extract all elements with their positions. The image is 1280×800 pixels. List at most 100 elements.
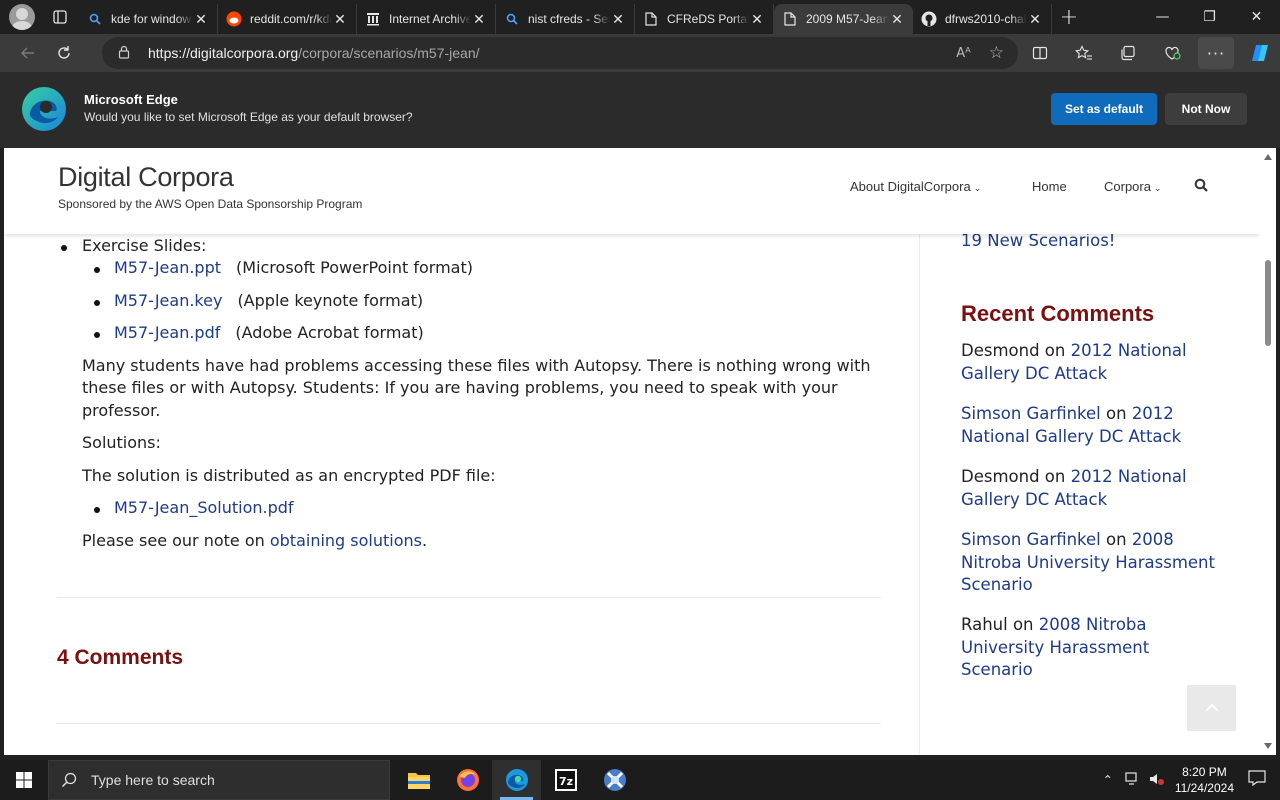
solution-pdf-link[interactable]: M57-Jean_Solution.pdf bbox=[114, 498, 294, 517]
close-window-button[interactable]: ✕ bbox=[1233, 0, 1280, 34]
close-tab-icon[interactable]: ✕ bbox=[889, 11, 905, 28]
obtaining-solutions-link[interactable]: obtaining solutions bbox=[270, 531, 422, 550]
restore-button[interactable]: ❐ bbox=[1186, 0, 1233, 34]
divider bbox=[57, 723, 881, 724]
7zip-icon: 7z bbox=[554, 769, 577, 791]
divider bbox=[57, 597, 881, 598]
tab-actions-button[interactable] bbox=[47, 4, 73, 30]
browser-essentials-icon[interactable] bbox=[1154, 37, 1190, 69]
sidebar: 19 New Scenarios! Recent Comments Desmon… bbox=[919, 231, 1260, 755]
taskbar-7zip[interactable]: 7z bbox=[541, 760, 590, 800]
close-tab-icon[interactable]: ✕ bbox=[193, 11, 209, 28]
favorites-icon[interactable] bbox=[1066, 37, 1102, 69]
read-aloud-icon[interactable]: Aᴬ bbox=[956, 46, 971, 61]
tab-reddit[interactable]: reddit.com/r/kde ✕ bbox=[218, 4, 357, 34]
copilot-icon[interactable] bbox=[1242, 37, 1278, 69]
taskbar-search-box[interactable]: Type here to search bbox=[48, 760, 390, 800]
minimize-button[interactable]: — bbox=[1139, 0, 1186, 34]
tab-nist-search[interactable]: nist cfreds - Search ✕ bbox=[496, 4, 635, 34]
tab-cfreds-portal[interactable]: CFReDS Portal ✕ bbox=[635, 4, 774, 34]
page-scrollbar[interactable] bbox=[1260, 148, 1276, 755]
nav-home[interactable]: Home bbox=[1032, 179, 1067, 194]
start-button[interactable] bbox=[0, 760, 48, 800]
autopsy-paragraph-line-2: these files or with Autopsy. Students: I… bbox=[82, 378, 838, 397]
slide-desc: (Apple keynote format) bbox=[237, 291, 424, 310]
site-search-button[interactable] bbox=[1194, 178, 1208, 195]
github-icon bbox=[921, 11, 937, 27]
scroll-up-arrow-icon[interactable] bbox=[1264, 154, 1272, 160]
profile-avatar[interactable] bbox=[9, 4, 35, 30]
scroll-down-arrow-icon[interactable] bbox=[1264, 743, 1272, 749]
collections-icon[interactable] bbox=[1110, 37, 1146, 69]
nav-home-label: Home bbox=[1032, 179, 1067, 194]
refresh-button[interactable] bbox=[46, 37, 82, 69]
lock-icon[interactable] bbox=[118, 44, 134, 63]
comment-on: on bbox=[1039, 467, 1071, 486]
taskbar-search-placeholder: Type here to search bbox=[91, 772, 215, 788]
taskbar-firefox[interactable] bbox=[443, 760, 492, 800]
comments-heading: 4 Comments bbox=[57, 646, 184, 669]
set-as-default-button[interactable]: Set as default bbox=[1051, 93, 1157, 125]
chevron-up-icon[interactable]: ⌃ bbox=[1103, 773, 1113, 787]
slide-item-ppt: M57-Jean.ppt (Microsoft PowerPoint format… bbox=[114, 258, 473, 277]
back-button[interactable] bbox=[10, 37, 46, 69]
post-title-line-1: 2008 Nitroba bbox=[1038, 615, 1147, 634]
slide-link-key[interactable]: M57-Jean.key bbox=[114, 291, 222, 310]
search-icon bbox=[87, 11, 103, 27]
scrollbar-thumb[interactable] bbox=[1265, 260, 1271, 346]
close-tab-icon[interactable]: ✕ bbox=[610, 11, 626, 28]
autopsy-paragraph-line-1: Many students have had problems accessin… bbox=[82, 356, 871, 375]
tab-github-dfrws[interactable]: dfrws2010-challenge ✕ bbox=[913, 4, 1052, 34]
volume-muted-icon[interactable] bbox=[1149, 771, 1165, 790]
comment-on: on bbox=[1039, 341, 1071, 360]
favorite-star-icon[interactable]: ☆ bbox=[989, 43, 1004, 63]
slide-link-ppt[interactable]: M57-Jean.ppt bbox=[114, 258, 221, 277]
recent-comment-item: Rahul on 2008 Nitroba University Harassme… bbox=[961, 614, 1221, 682]
address-bar[interactable]: https://digitalcorpora.org/corpora/scena… bbox=[102, 37, 1018, 69]
taskbar-clock[interactable]: 8:20 PM 11/24/2024 bbox=[1175, 764, 1234, 796]
site-title[interactable]: Digital Corpora bbox=[58, 162, 234, 193]
network-icon[interactable] bbox=[1125, 771, 1141, 790]
taskbar-file-explorer[interactable] bbox=[394, 760, 443, 800]
notifications-icon[interactable] bbox=[1248, 770, 1266, 790]
nav-about-label: About DigitalCorpora bbox=[850, 179, 971, 194]
comment-author-link[interactable]: Simson Garfinkel bbox=[961, 530, 1101, 549]
comment-on: on bbox=[1100, 530, 1132, 549]
tab-actions-icon bbox=[53, 10, 67, 24]
nav-corpora[interactable]: Corpora ⌄ bbox=[1104, 179, 1162, 194]
clock-date: 11/24/2024 bbox=[1174, 781, 1234, 795]
close-tab-icon[interactable]: ✕ bbox=[1027, 11, 1043, 28]
infobar-message: Would you like to set Microsoft Edge as … bbox=[84, 110, 413, 124]
split-screen-icon[interactable] bbox=[1022, 37, 1058, 69]
slide-desc: (Microsoft PowerPoint format) bbox=[236, 258, 473, 277]
scroll-to-top-button[interactable] bbox=[1187, 685, 1236, 731]
windows-taskbar: Type here to search 7z ⌃ 8:20 PM 11/24/2… bbox=[0, 760, 1280, 800]
new-tab-button[interactable]: + bbox=[1052, 0, 1086, 34]
slide-link-pdf[interactable]: M57-Jean.pdf bbox=[114, 323, 220, 342]
tab-title: kde for windows bbox=[111, 12, 193, 26]
page-viewport: Digital Corpora Sponsored by the AWS Ope… bbox=[4, 148, 1260, 755]
close-tab-icon[interactable]: ✕ bbox=[749, 11, 765, 28]
bullet bbox=[94, 332, 100, 338]
site-tagline: Sponsored by the AWS Open Data Sponsorsh… bbox=[58, 197, 363, 211]
more-dots-icon: ··· bbox=[1206, 43, 1226, 63]
default-browser-infobar: Microsoft Edge Would you like to set Mic… bbox=[0, 72, 1280, 148]
not-now-button[interactable]: Not Now bbox=[1165, 93, 1247, 125]
nav-corpora-label: Corpora bbox=[1104, 179, 1151, 194]
taskbar-edge[interactable] bbox=[492, 760, 541, 800]
close-tab-icon[interactable]: ✕ bbox=[471, 11, 487, 28]
close-tab-icon[interactable]: ✕ bbox=[332, 11, 348, 28]
settings-more-button[interactable]: ··· bbox=[1198, 37, 1234, 69]
tab-m57-jean[interactable]: 2009 M57-Jean ✕ bbox=[774, 4, 913, 34]
post-title-line-2: National Gallery DC Attack bbox=[961, 426, 1182, 446]
svg-text:7z: 7z bbox=[558, 775, 572, 788]
nav-about[interactable]: About DigitalCorpora ⌄ bbox=[850, 179, 981, 194]
comment-author-link[interactable]: Simson Garfinkel bbox=[961, 404, 1101, 423]
comment-on: on bbox=[1007, 615, 1039, 634]
archive-icon bbox=[365, 11, 381, 27]
url-text: https://digitalcorpora.org/corpora/scena… bbox=[148, 45, 480, 61]
tab-internet-archive[interactable]: Internet Archive ✕ bbox=[357, 4, 496, 34]
tab-kde-search[interactable]: kde for windows ✕ bbox=[79, 4, 218, 34]
taskbar-app[interactable] bbox=[590, 760, 639, 800]
recent-comment-item: Simson Garfinkel on 2008 Nitroba Universi… bbox=[961, 529, 1221, 597]
